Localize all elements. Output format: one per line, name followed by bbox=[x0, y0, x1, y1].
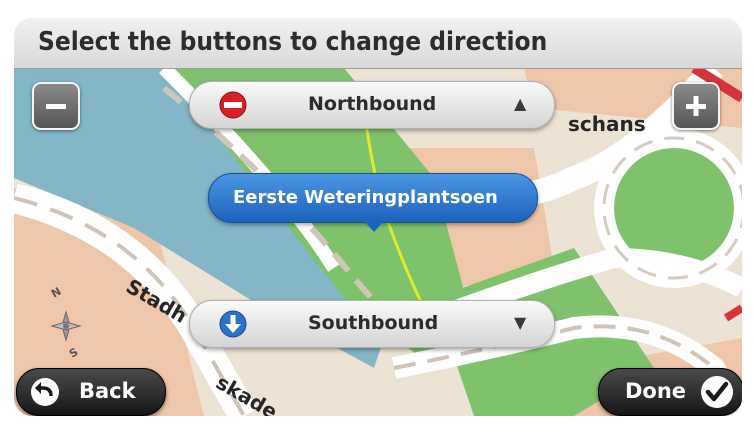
title-bar: Select the buttons to change direction bbox=[14, 18, 742, 69]
done-label: Done bbox=[625, 379, 687, 403]
southbound-label: Southbound bbox=[308, 312, 439, 334]
back-arrow-icon bbox=[31, 378, 59, 406]
northbound-arrow: ▲ bbox=[514, 94, 527, 113]
minus-icon bbox=[46, 104, 66, 109]
plus-icon bbox=[686, 96, 706, 116]
road-name: Eerste Weteringplantsoen bbox=[233, 187, 498, 208]
checkmark-icon bbox=[701, 376, 733, 408]
page-title: Select the buttons to change direction bbox=[38, 27, 548, 57]
zoom-out-button[interactable] bbox=[32, 82, 80, 130]
navigation-screen: N S schans Stadh skade Northbound ▲ Eers… bbox=[14, 18, 742, 416]
selected-road-label: Eerste Weteringplantsoen bbox=[208, 173, 538, 232]
no-entry-icon bbox=[219, 91, 247, 119]
zoom-in-button[interactable] bbox=[672, 82, 720, 130]
done-button[interactable]: Done bbox=[598, 368, 742, 416]
map-view[interactable]: N S schans Stadh skade Northbound ▲ Eers… bbox=[14, 68, 742, 416]
back-label: Back bbox=[79, 379, 136, 403]
southbound-button[interactable]: Southbound ▼ bbox=[189, 300, 555, 348]
northbound-label: Northbound bbox=[308, 93, 437, 115]
street-label-schans: schans bbox=[568, 112, 646, 136]
road-pointer bbox=[364, 221, 384, 232]
southbound-arrow: ▼ bbox=[514, 313, 527, 332]
back-button[interactable]: Back bbox=[16, 368, 166, 416]
northbound-button[interactable]: Northbound ▲ bbox=[189, 81, 555, 129]
down-arrow-icon bbox=[219, 310, 247, 338]
device-frame: N S schans Stadh skade Northbound ▲ Eers… bbox=[0, 0, 754, 426]
